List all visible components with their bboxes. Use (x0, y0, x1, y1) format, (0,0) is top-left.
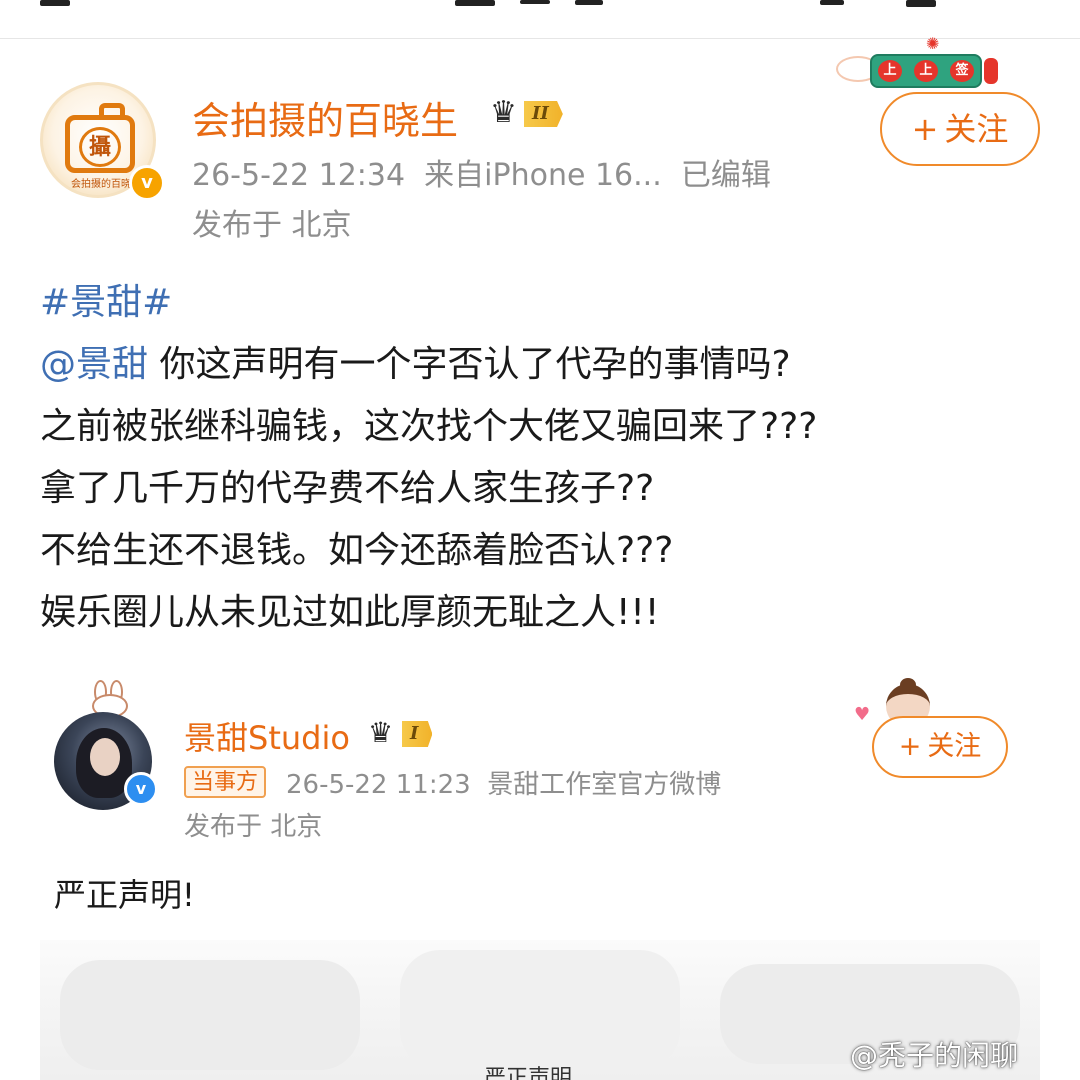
avatar[interactable]: 攝 会拍摄的百晓 v (40, 82, 165, 201)
repost-source[interactable]: 景甜工作室官方微博 (487, 770, 721, 800)
post-location: 发布于 北京 (192, 208, 352, 243)
content-line: 拿了几千万的代孕费不给人家生孩子?? (40, 468, 655, 509)
lucky-sign-char: 上 (878, 60, 902, 82)
nav-title-fragment (575, 0, 603, 5)
verified-badge-icon: v (129, 165, 165, 201)
lucky-sign-char: 上 (914, 60, 938, 82)
member-level-label: I (402, 721, 433, 747)
hashtag-link[interactable]: #景甜# (40, 282, 172, 323)
festive-lucky-badge: ✺ 上 上 签 (836, 34, 1000, 92)
post-meta: 26-5-22 12:34 来自iPhone 16... 已编辑 (192, 150, 771, 194)
lantern-icon (984, 58, 998, 84)
bunny-avatar-decoration-icon (86, 680, 132, 718)
top-navigation-bar (0, 0, 1080, 39)
follow-label: 关注 (944, 110, 1009, 148)
content-line: 你这声明有一个字否认了代孕的事情吗? (159, 344, 791, 385)
repost-meta: 26-5-22 11:23 景甜工作室官方微博 (286, 764, 721, 801)
crown-icon: ♛ (490, 95, 517, 130)
avatar-seal: 攝 (79, 127, 121, 167)
lucky-sign-char: 签 (950, 60, 974, 82)
content-line: 不给生还不退钱。如今还舔着脸否认??? (40, 530, 674, 571)
edited-label[interactable]: 已编辑 (681, 158, 771, 193)
repost-text: 严正声明! (54, 876, 195, 914)
plus-icon: + (898, 731, 922, 762)
statement-image-title: 严正声明 (484, 1066, 573, 1080)
content-line: 之前被张继科骗钱，这次找个大佬又骗回来了??? (40, 406, 818, 447)
crown-icon: ♛ (368, 716, 394, 749)
nav-title-fragment (455, 0, 495, 6)
nav-title-fragment (520, 0, 550, 4)
member-level-label: II (524, 101, 563, 127)
author-name[interactable]: 会拍摄的百晓生 (192, 90, 458, 145)
follow-button[interactable]: + 关注 (872, 716, 1008, 778)
repost-time: 26-5-22 11:23 (286, 770, 471, 800)
lucky-sign-pill: 上 上 签 (870, 54, 982, 88)
weibo-post-screenshot: 攝 会拍摄的百晓 v 会拍摄的百晓生 ♛ II ✺ 上 上 签 + 关注 26-5… (0, 0, 1080, 1080)
more-icon[interactable] (820, 0, 844, 5)
weibo-watermark: @秃子的闲聊 (850, 1039, 1019, 1072)
post-time: 26-5-22 12:34 (192, 158, 406, 193)
heart-icon: ♥ (854, 704, 871, 725)
content-line: 娱乐圈儿从未见过如此厚颜无耻之人!!! (40, 592, 660, 633)
repost-author-name[interactable]: 景甜Studio (184, 713, 350, 759)
party-tag-badge: 当事方 (184, 766, 267, 798)
verified-badge-icon: v (124, 772, 158, 806)
mention-link[interactable]: @景甜 (40, 344, 148, 385)
follow-button[interactable]: + 关注 (880, 92, 1040, 166)
back-icon[interactable] (40, 0, 70, 6)
repost-avatar[interactable]: v (54, 712, 158, 810)
follow-label: 关注 (927, 731, 982, 762)
firework-icon: ✺ (926, 34, 940, 53)
plus-icon: + (911, 110, 939, 148)
post-content: #景甜# @景甜 你这声明有一个字否认了代孕的事情吗? 之前被张继科骗钱，这次找… (40, 272, 1050, 644)
search-icon[interactable] (906, 0, 936, 7)
repost-location: 发布于 北京 (184, 812, 323, 842)
post-source[interactable]: 来自iPhone 16... (424, 158, 662, 193)
camera-icon (99, 103, 125, 115)
